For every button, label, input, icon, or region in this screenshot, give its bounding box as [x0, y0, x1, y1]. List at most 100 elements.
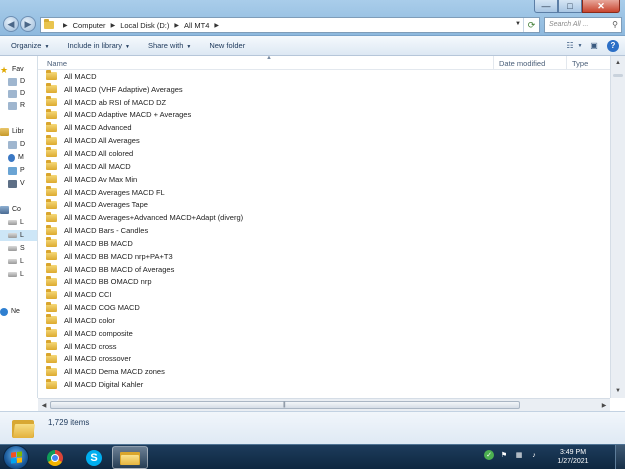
file-row[interactable]: All MACD BB OMACD nrp — [46, 275, 486, 289]
file-row[interactable]: All MACD Digital Kahler — [46, 378, 486, 391]
new-folder-button[interactable]: New folder — [198, 41, 252, 50]
horizontal-scrollbar[interactable]: ◀ ||| ▶ — [38, 398, 610, 411]
show-desktop-button[interactable] — [615, 445, 625, 469]
scroll-right-arrow[interactable]: ▶ — [598, 399, 610, 411]
nav-drive-1[interactable]: L — [0, 217, 37, 228]
chevron-right-icon[interactable]: ▶ — [174, 22, 179, 29]
nav-libraries[interactable]: Libr — [0, 126, 37, 137]
vertical-scrollbar[interactable]: ▲ ▼ — [610, 56, 625, 398]
address-bar[interactable]: ▶ Computer ▶ Local Disk (D:) ▶ All MT4 ▶… — [40, 17, 540, 33]
file-row[interactable]: All MACD Averages MACD FL — [46, 186, 486, 199]
nav-favorites[interactable]: ★ Fav — [0, 64, 37, 75]
file-row[interactable]: All MACD All colored — [46, 147, 486, 160]
nav-drive-2[interactable]: L — [0, 230, 37, 241]
navigation-pane[interactable]: ★ Fav D D R Libr D M P V Co L L S L L Ne — [0, 56, 38, 398]
action-center-icon[interactable]: ⚑ — [499, 450, 509, 460]
file-row[interactable]: All MACD ab RSI of MACD DZ — [46, 96, 486, 109]
file-row[interactable]: All MACD COG MACD — [46, 301, 486, 314]
column-header-date-modified[interactable]: Date modified — [499, 59, 545, 68]
file-row[interactable]: All MACD BB MACD — [46, 237, 486, 250]
chevron-right-icon[interactable]: ▶ — [214, 22, 219, 29]
view-options-icon[interactable]: ☷ — [563, 39, 577, 52]
nav-drive-4[interactable]: L — [0, 256, 37, 267]
breadcrumb-all-mt4[interactable]: All MT4 — [184, 21, 209, 30]
chevron-right-icon[interactable]: ▶ — [111, 22, 116, 29]
file-list[interactable]: ▲ Name Date modified Type All MACD All MA… — [38, 56, 610, 398]
scroll-thumb[interactable]: ||| — [50, 401, 520, 409]
file-row[interactable]: All MACD Averages+Advanced MACD+Adapt (d… — [46, 211, 486, 224]
scroll-left-arrow[interactable]: ◀ — [38, 399, 50, 411]
breadcrumb-local-disk[interactable]: Local Disk (D:) — [120, 21, 169, 30]
nav-label: Ne — [11, 308, 20, 315]
file-row[interactable]: All MACD Averages Tape — [46, 198, 486, 211]
scroll-up-arrow[interactable]: ▲ — [611, 56, 625, 70]
nav-downloads[interactable]: D — [8, 88, 37, 99]
folder-icon — [46, 288, 57, 299]
column-divider[interactable] — [493, 56, 494, 70]
nav-drive-5[interactable]: L — [0, 269, 37, 280]
scroll-down-arrow[interactable]: ▼ — [611, 384, 625, 398]
file-row[interactable]: All MACD Bars - Candles — [46, 224, 486, 237]
file-row[interactable]: All MACD BB MACD of Averages — [46, 263, 486, 276]
file-row[interactable]: All MACD composite — [46, 327, 486, 340]
search-input[interactable]: Search All ... ⚲ — [544, 17, 622, 33]
nav-computer[interactable]: Co — [0, 204, 37, 215]
file-row[interactable]: All MACD Av Max Min — [46, 173, 486, 186]
file-row[interactable]: All MACD (VHF Adaptive) Averages — [46, 83, 486, 96]
chevron-down-icon[interactable]: ▼ — [577, 39, 583, 52]
column-header-name[interactable]: Name — [47, 59, 67, 68]
nav-network[interactable]: Ne — [0, 306, 37, 317]
forward-button[interactable]: ▶ — [20, 16, 36, 32]
file-name: All MACD COG MACD — [64, 303, 140, 313]
volume-icon[interactable]: ♪ — [529, 450, 539, 460]
drive-icon — [8, 220, 17, 225]
security-shield-icon[interactable]: ✓ — [484, 450, 494, 460]
nav-recent-places[interactable]: R — [8, 100, 37, 111]
taskbar-explorer[interactable] — [112, 446, 148, 469]
nav-pictures[interactable]: P — [8, 165, 37, 176]
share-with-button[interactable]: Share with ▼ — [137, 41, 198, 50]
file-row[interactable]: All MACD All MACD — [46, 160, 486, 173]
breadcrumb-computer[interactable]: Computer — [73, 21, 106, 30]
file-name: All MACD cross — [64, 341, 117, 351]
folder-icon — [46, 314, 57, 325]
help-icon[interactable]: ? — [607, 39, 619, 52]
nav-desktop[interactable]: D — [8, 76, 37, 87]
start-button[interactable] — [3, 445, 29, 469]
back-button[interactable]: ◀ — [3, 16, 19, 32]
close-button[interactable]: ✕ — [582, 0, 620, 13]
nav-documents[interactable]: D — [8, 139, 37, 150]
file-row[interactable]: All MACD cross — [46, 340, 486, 353]
column-divider[interactable] — [566, 56, 567, 70]
file-row[interactable]: All MACD — [46, 70, 486, 83]
refresh-button[interactable]: ⟳ — [523, 18, 539, 32]
file-row[interactable]: All MACD Advanced — [46, 121, 486, 134]
chevron-down-icon[interactable]: ▼ — [515, 21, 521, 27]
maximize-button[interactable]: □ — [558, 0, 582, 13]
file-row[interactable]: All MACD Adaptive MACD + Averages — [46, 108, 486, 122]
column-header-type[interactable]: Type — [572, 59, 588, 68]
file-row[interactable]: All MACD color — [46, 314, 486, 327]
scroll-thumb[interactable] — [613, 74, 623, 77]
clock-time: 3:49 PM — [559, 449, 587, 456]
file-row[interactable]: All MACD BB MACD nrp+PA+T3 — [46, 250, 486, 263]
taskbar-skype[interactable]: S — [76, 446, 112, 469]
file-name: All MACD BB MACD nrp+PA+T3 — [64, 251, 173, 261]
clock[interactable]: 3:49 PM 1/27/2021 — [553, 448, 593, 466]
nav-label: P — [20, 167, 25, 174]
file-row[interactable]: All MACD All Averages — [46, 134, 486, 147]
organize-button[interactable]: Organize ▼ — [0, 41, 56, 50]
taskbar-chrome[interactable] — [37, 446, 73, 469]
minimize-button[interactable]: — — [534, 0, 558, 13]
nav-music[interactable]: M — [8, 152, 37, 163]
include-in-library-button[interactable]: Include in library ▼ — [56, 41, 137, 50]
file-row[interactable]: All MACD crossover — [46, 352, 486, 366]
chevron-right-icon[interactable]: ▶ — [63, 22, 68, 29]
title-bar: — □ ✕ ◀ ▶ ▶ Computer ▶ Local Disk (D:) ▶… — [0, 0, 625, 36]
preview-pane-icon[interactable]: ▣ — [587, 39, 601, 52]
network-status-icon[interactable]: ▦ — [514, 450, 524, 460]
nav-videos[interactable]: V — [8, 178, 37, 189]
file-row[interactable]: All MACD CCI — [46, 288, 486, 301]
nav-drive-3[interactable]: S — [0, 243, 37, 254]
file-row[interactable]: All MACD Dema MACD zones — [46, 365, 486, 378]
